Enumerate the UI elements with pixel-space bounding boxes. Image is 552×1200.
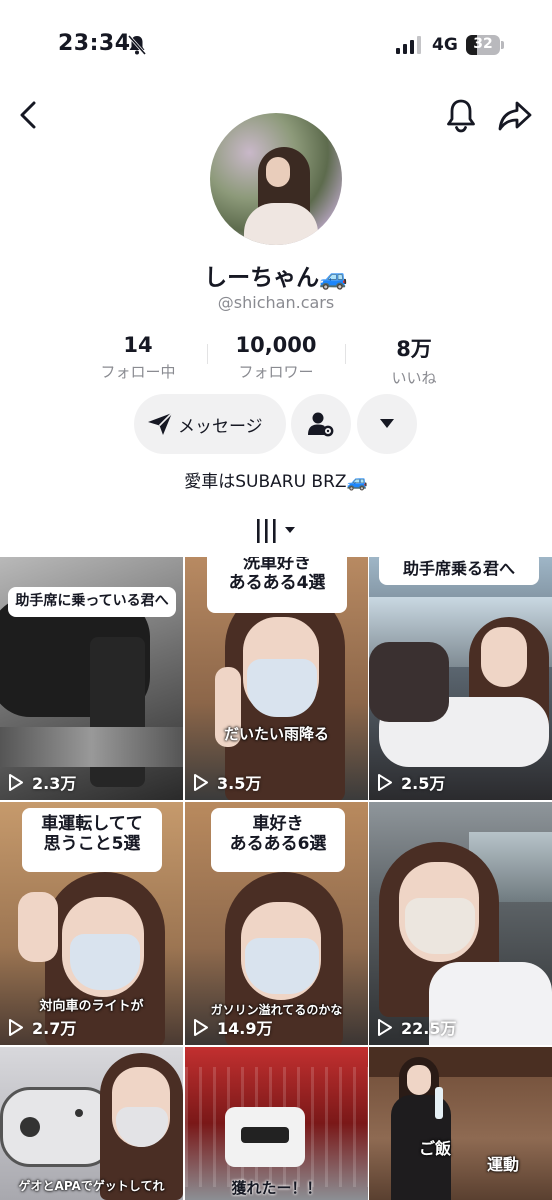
video-overlay-text: ゲオとAPAでゲットしてれ — [18, 1179, 165, 1193]
stat-followers[interactable]: 10,000 フォロワー — [206, 333, 346, 382]
bell-off-icon — [128, 35, 146, 55]
following-label: フォロー中 — [100, 363, 176, 381]
message-button[interactable]: メッセージ — [134, 394, 286, 454]
view-count-text: 2.7万 — [32, 1019, 77, 1038]
view-count: 2.5万 — [377, 770, 445, 794]
video-overlay-text-2: 運動 — [487, 1155, 520, 1174]
view-count-text: 2.5万 — [401, 774, 446, 793]
bio: 愛車はSUBARU BRZ🚙 — [184, 472, 368, 492]
message-label: メッセージ — [178, 417, 263, 437]
stat-following[interactable]: 14 フォロー中 — [68, 333, 208, 382]
share-icon[interactable] — [497, 98, 533, 134]
view-count: 2.7万 — [8, 1015, 76, 1039]
view-count-text: 3.5万 — [217, 774, 262, 793]
display-name: しーちゃん🚙 — [204, 265, 348, 291]
signal-icon — [396, 36, 421, 54]
video-tile[interactable]: 獲れたー！！ — [185, 1047, 368, 1200]
video-tile[interactable]: 車好き あるある6選 ガソリン溢れてるのかな 14.9万 — [185, 802, 368, 1045]
play-icon — [9, 1018, 23, 1036]
view-count-text: 22.5万 — [401, 1019, 457, 1038]
view-count: 3.5万 — [193, 770, 261, 794]
caret-down-icon — [380, 419, 394, 428]
video-caption: 洗車好き あるある4選 — [207, 557, 347, 613]
avatar[interactable] — [210, 113, 342, 245]
stat-likes[interactable]: 8万 いいね — [344, 333, 484, 388]
followers-label: フォロワー — [238, 363, 314, 381]
video-overlay-text: 獲れたー！！ — [231, 1179, 322, 1197]
likes-label: いいね — [391, 369, 437, 387]
following-count: 14 — [123, 333, 153, 357]
video-tile[interactable]: 助手席に乗っている君へ 2.3万 — [0, 557, 183, 800]
video-overlay-text: ご飯 — [419, 1139, 452, 1158]
video-tile[interactable]: 助手席乗る君へ 2.5万 — [369, 557, 552, 800]
battery-level: 32 — [473, 36, 493, 52]
play-icon — [378, 1018, 392, 1036]
battery-indicator: 32 — [466, 35, 504, 55]
video-tile[interactable]: 車運転してて 思うこと5選 対向車のライトが 2.7万 — [0, 802, 183, 1045]
send-icon — [148, 412, 173, 435]
user-settings-icon — [308, 412, 334, 437]
play-icon — [378, 773, 392, 791]
video-overlay-text: 対向車のライトが — [39, 999, 144, 1014]
network-label: 4G — [432, 35, 458, 55]
likes-count: 8万 — [396, 337, 432, 361]
back-icon[interactable] — [14, 98, 42, 132]
view-count-text: 14.9万 — [217, 1019, 273, 1038]
play-icon — [9, 773, 23, 791]
video-tile[interactable]: ゲオとAPAでゲットしてれ — [0, 1047, 183, 1200]
play-icon — [194, 773, 208, 791]
video-caption: 助手席に乗っている君へ — [8, 587, 176, 617]
more-button[interactable] — [357, 394, 417, 454]
view-count: 22.5万 — [377, 1015, 456, 1039]
video-grid: 助手席に乗っている君へ 2.3万 洗車好き あるある4選 だいたい雨降る 3.5… — [0, 557, 552, 1200]
video-caption: 車運転してて 思うこと5選 — [22, 808, 162, 872]
video-tile[interactable]: 22.5万 — [369, 802, 552, 1045]
videos-tab-icon[interactable] — [255, 518, 301, 544]
followers-count: 10,000 — [235, 333, 317, 357]
video-caption: 助手席乗る君へ — [379, 557, 539, 585]
view-count: 2.3万 — [8, 770, 76, 794]
view-count: 14.9万 — [193, 1015, 272, 1039]
username: @shichan.cars — [217, 293, 335, 312]
add-friend-button[interactable] — [291, 394, 351, 454]
view-count-text: 2.3万 — [32, 774, 77, 793]
video-overlay-text: だいたい雨降る — [223, 725, 329, 743]
status-time: 23:34 — [58, 31, 131, 56]
bell-icon[interactable] — [444, 97, 478, 133]
video-tile[interactable]: ご飯 運動 — [369, 1047, 552, 1200]
video-caption: 車好き あるある6選 — [211, 808, 345, 872]
video-tile[interactable]: 洗車好き あるある4選 だいたい雨降る 3.5万 — [185, 557, 368, 800]
status-bar: 23:34 4G 32 — [0, 0, 552, 90]
play-icon — [194, 1018, 208, 1036]
